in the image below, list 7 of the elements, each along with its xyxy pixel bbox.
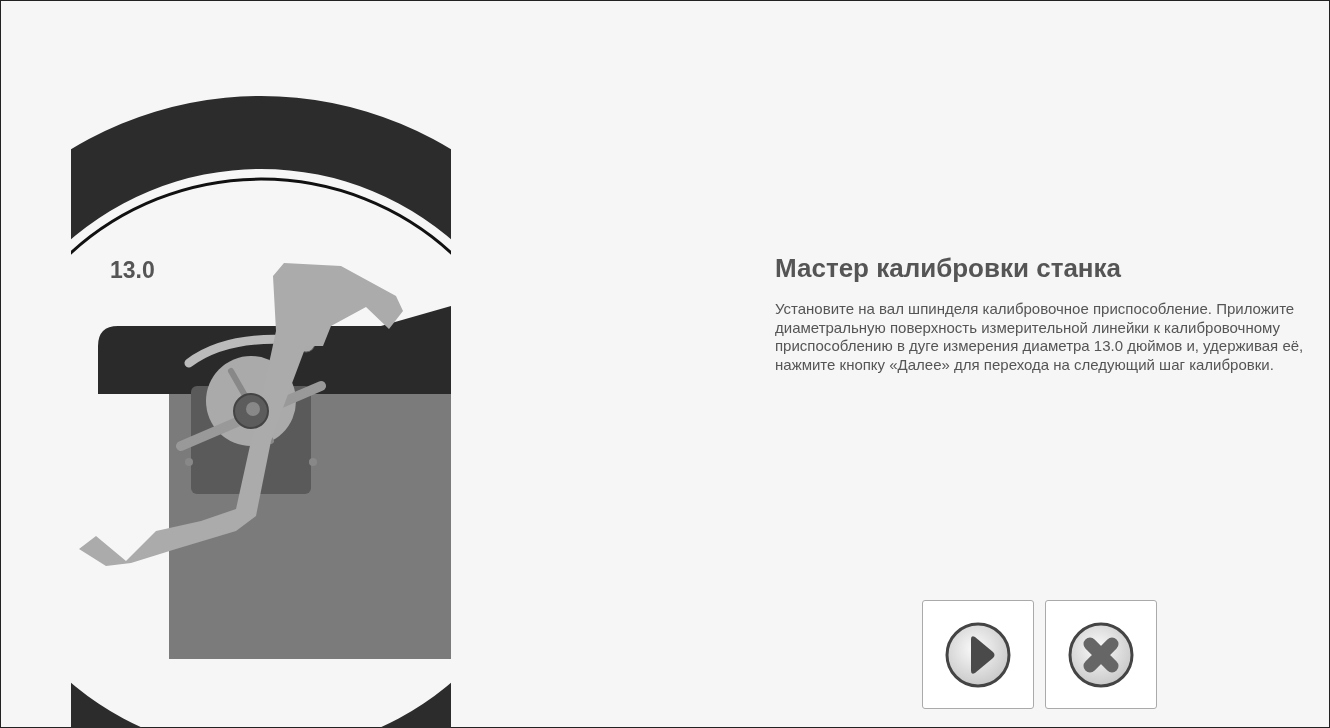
instruction-text: Установите на вал шпинделя калибровочное приспособление. Приложите диаметральную поверхность измерительной линейки к калибровочному приспособлению в дуге измерения диаметра 13.0 дюймов и, удерживая её, нажмите кнопку «Далее» для перехода на следующий шаг калибровки.: [775, 300, 1305, 375]
play-icon: [945, 621, 1011, 688]
next-button[interactable]: [922, 600, 1034, 709]
cancel-button[interactable]: [1045, 600, 1157, 709]
diameter-label: 13.0: [110, 259, 155, 282]
close-icon: [1068, 621, 1134, 688]
wizard-title: Мастер калибровки станка: [775, 253, 1123, 285]
